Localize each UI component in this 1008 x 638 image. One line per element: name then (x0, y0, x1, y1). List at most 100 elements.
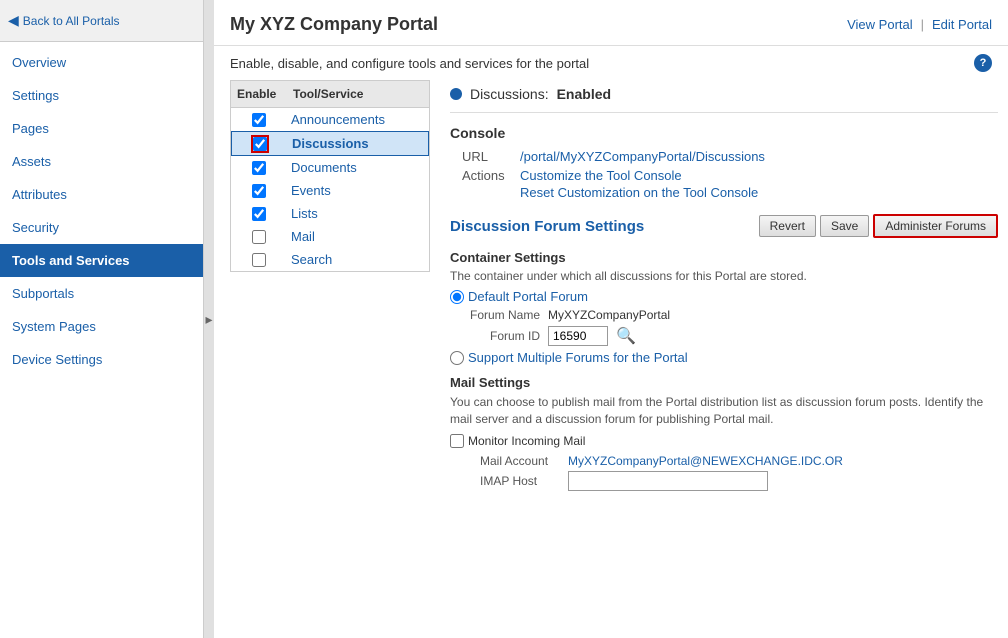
discussions-checkbox[interactable] (253, 137, 267, 151)
sidebar-item-overview[interactable]: Overview (0, 46, 203, 79)
sidebar-item-pages[interactable]: Pages (0, 112, 203, 145)
page-header: My XYZ Company Portal View Portal | Edit… (214, 0, 1008, 46)
monitor-mail-label: Monitor Incoming Mail (468, 434, 585, 448)
sidebar: ◀ Back to All Portals Overview Settings … (0, 0, 204, 638)
announcements-checkbox[interactable] (252, 113, 266, 127)
documents-label: Documents (287, 160, 429, 175)
sidebar-item-device-settings[interactable]: Device Settings (0, 343, 203, 376)
main-content: My XYZ Company Portal View Portal | Edit… (214, 0, 1008, 638)
tool-list-item-discussions[interactable]: Discussions (231, 131, 429, 156)
default-forum-radio[interactable] (450, 290, 464, 304)
container-description: The container under which all discussion… (450, 269, 998, 283)
mail-account-label: Mail Account (480, 454, 560, 468)
forum-id-input[interactable] (548, 326, 608, 346)
sidebar-item-security[interactable]: Security (0, 211, 203, 244)
forum-settings-title: Discussion Forum Settings (450, 218, 644, 235)
discussions-label: Discussions (288, 136, 428, 151)
imap-host-row: IMAP Host (480, 471, 998, 491)
console-url-link[interactable]: /portal/MyXYZCompanyPortal/Discussions (520, 149, 765, 164)
sidebar-collapse-handle[interactable]: ▸ (204, 0, 214, 638)
action-links: Customize the Tool Console Reset Customi… (520, 168, 758, 200)
forum-name-label: Forum Name (470, 308, 540, 322)
help-icon[interactable]: ? (974, 54, 992, 72)
tool-list-item-documents[interactable]: Documents (231, 156, 429, 179)
revert-button[interactable]: Revert (759, 215, 816, 237)
tool-list-item-search[interactable]: Search (231, 248, 429, 271)
sub-header: Enable, disable, and configure tools and… (214, 46, 1008, 80)
tool-list-item-announcements[interactable]: Announcements (231, 108, 429, 131)
forum-id-label: Forum ID (470, 329, 540, 343)
console-url-row: URL /portal/MyXYZCompanyPortal/Discussio… (450, 149, 998, 164)
enable-col-header: Enable (231, 85, 287, 103)
header-separator: | (921, 17, 924, 32)
back-label: Back to All Portals (23, 14, 120, 28)
imap-host-label: IMAP Host (480, 474, 560, 488)
back-to-all-portals[interactable]: ◀ Back to All Portals (0, 0, 203, 42)
tool-list-item-lists[interactable]: Lists (231, 202, 429, 225)
mail-description: You can choose to publish mail from the … (450, 394, 998, 428)
discussions-checkbox-col (232, 137, 288, 151)
container-settings-title: Container Settings (450, 250, 998, 265)
mail-account-value: MyXYZCompanyPortal@NEWEXCHANGE.IDC.OR (568, 454, 843, 468)
view-portal-link[interactable]: View Portal (847, 17, 913, 32)
mail-account-row: Mail Account MyXYZCompanyPortal@NEWEXCHA… (480, 454, 998, 468)
reset-customization-link[interactable]: Reset Customization on the Tool Console (520, 185, 758, 200)
content-body: Enable Tool/Service Announcements Discus… (214, 80, 1008, 494)
administer-forums-button[interactable]: Administer Forums (873, 214, 998, 238)
sidebar-item-attributes[interactable]: Attributes (0, 178, 203, 211)
search-checkbox-col (231, 253, 287, 267)
documents-checkbox-col (231, 161, 287, 175)
status-bar: Discussions: Enabled (450, 80, 998, 113)
events-checkbox-col (231, 184, 287, 198)
tool-list-panel: Enable Tool/Service Announcements Discus… (230, 80, 430, 272)
sidebar-item-tools-and-services[interactable]: Tools and Services (0, 244, 203, 277)
multiple-forums-label: Support Multiple Forums for the Portal (468, 350, 688, 365)
search-checkbox[interactable] (252, 253, 266, 267)
monitor-mail-row: Monitor Incoming Mail (450, 434, 998, 448)
default-forum-label: Default Portal Forum (468, 289, 588, 304)
url-label: URL (462, 149, 512, 164)
mail-checkbox-col (231, 230, 287, 244)
sidebar-item-subportals[interactable]: Subportals (0, 277, 203, 310)
sidebar-item-system-pages[interactable]: System Pages (0, 310, 203, 343)
status-label: Discussions: (470, 86, 549, 102)
forum-search-icon[interactable]: 🔍 (616, 326, 636, 346)
multiple-forums-radio[interactable] (450, 351, 464, 365)
sub-header-description: Enable, disable, and configure tools and… (230, 56, 589, 71)
actions-label: Actions (462, 168, 512, 183)
imap-host-input[interactable] (568, 471, 768, 491)
mail-checkbox[interactable] (252, 230, 266, 244)
lists-checkbox[interactable] (252, 207, 266, 221)
events-checkbox[interactable] (252, 184, 266, 198)
search-label: Search (287, 252, 429, 267)
announcements-label: Announcements (287, 112, 429, 127)
tool-col-header: Tool/Service (287, 85, 429, 103)
customize-console-link[interactable]: Customize the Tool Console (520, 168, 758, 183)
forum-settings-header: Discussion Forum Settings Revert Save Ad… (450, 214, 998, 238)
events-label: Events (287, 183, 429, 198)
forum-buttons: Revert Save Administer Forums (759, 214, 998, 238)
documents-checkbox[interactable] (252, 161, 266, 175)
console-title: Console (450, 125, 998, 141)
edit-portal-link[interactable]: Edit Portal (932, 17, 992, 32)
console-actions-row: Actions Customize the Tool Console Reset… (450, 168, 998, 200)
support-multiple-forums-option: Support Multiple Forums for the Portal (450, 350, 998, 365)
detail-panel: Discussions: Enabled Console URL /portal… (440, 80, 1008, 494)
header-actions: View Portal | Edit Portal (847, 17, 992, 32)
sidebar-item-assets[interactable]: Assets (0, 145, 203, 178)
save-button[interactable]: Save (820, 215, 869, 237)
forum-settings: Discussion Forum Settings Revert Save Ad… (450, 214, 998, 491)
tool-list-item-events[interactable]: Events (231, 179, 429, 202)
lists-checkbox-col (231, 207, 287, 221)
tool-list-item-mail[interactable]: Mail (231, 225, 429, 248)
monitor-mail-checkbox[interactable] (450, 434, 464, 448)
sidebar-nav: Overview Settings Pages Assets Attribute… (0, 42, 203, 376)
sidebar-item-settings[interactable]: Settings (0, 79, 203, 112)
tool-list-header: Enable Tool/Service (231, 81, 429, 108)
mail-settings-title: Mail Settings (450, 375, 998, 390)
forum-id-row: Forum ID 🔍 (470, 326, 998, 346)
mail-label: Mail (287, 229, 429, 244)
lists-label: Lists (287, 206, 429, 221)
default-portal-forum-option: Default Portal Forum (450, 289, 998, 304)
forum-name-row: Forum Name MyXYZCompanyPortal (470, 308, 998, 322)
